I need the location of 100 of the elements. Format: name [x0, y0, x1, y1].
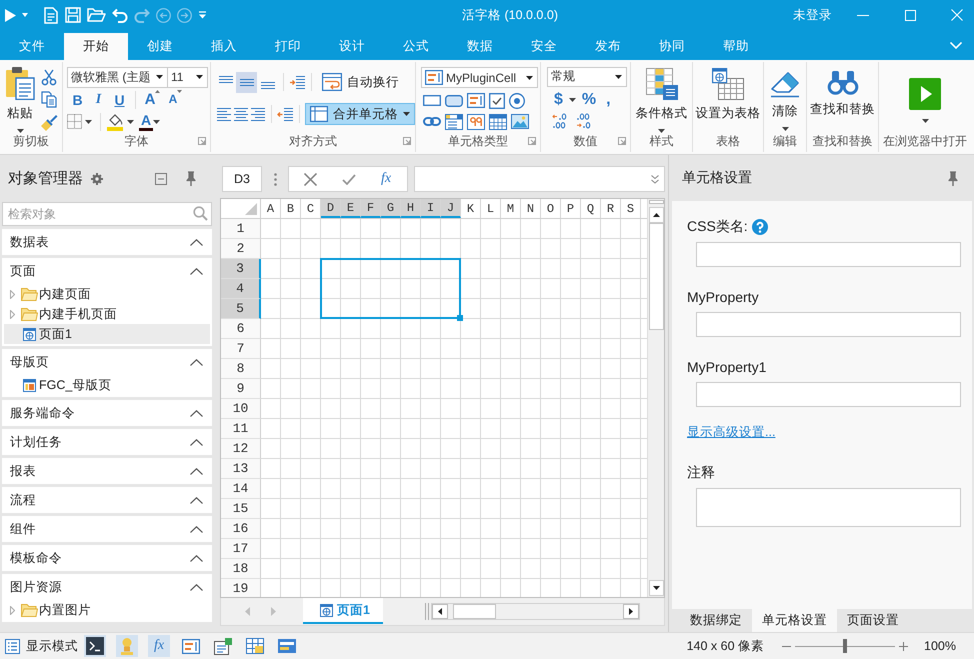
row-header[interactable]: 8	[221, 359, 261, 379]
scroll-right-button[interactable]	[623, 604, 639, 619]
vertical-scrollbar[interactable]	[647, 199, 664, 597]
dialog-launcher-icon[interactable]	[403, 137, 411, 145]
panel-tab[interactable]: 页面设置	[837, 609, 909, 632]
section-title[interactable]: 计划任务	[10, 434, 62, 450]
borders-icon[interactable]	[67, 114, 82, 129]
cell-grid[interactable]	[261, 219, 647, 597]
row-header[interactable]: 12	[221, 439, 261, 459]
scroll-thumb[interactable]	[453, 604, 496, 619]
column-header[interactable]: R	[601, 199, 621, 218]
double-chevron-icon[interactable]	[651, 174, 659, 184]
align-middle-button[interactable]	[236, 72, 257, 92]
zoom-in-icon[interactable]	[899, 642, 908, 650]
column-header[interactable]: G	[381, 199, 401, 218]
increase-decimal-icon[interactable]	[552, 113, 569, 130]
shrink-font-button[interactable]: A	[164, 90, 187, 109]
section-title[interactable]: 流程	[10, 492, 36, 508]
row-header[interactable]: 7	[221, 339, 261, 359]
caret-icon[interactable]	[127, 120, 134, 124]
row-header[interactable]: 14	[221, 479, 261, 499]
cancel-icon[interactable]	[304, 172, 317, 186]
advanced-settings-link[interactable]: 显示高级设置...	[687, 424, 776, 441]
column-header[interactable]: A	[261, 199, 281, 218]
column-header[interactable]: N	[521, 199, 541, 218]
row-header[interactable]: 10	[221, 399, 261, 419]
row-header[interactable]: 1	[221, 219, 261, 239]
help-icon[interactable]	[752, 219, 768, 235]
font-family-dropdown[interactable]: 微软雅黑 (主题	[67, 66, 168, 88]
decrease-decimal-icon[interactable]	[576, 113, 593, 130]
chevron-up-icon[interactable]	[190, 554, 203, 562]
collapsed-triangle-icon[interactable]	[10, 606, 15, 614]
pin-icon[interactable]	[186, 171, 196, 186]
chevron-up-icon[interactable]	[190, 410, 203, 416]
row-header[interactable]: 18	[221, 559, 261, 579]
dialog-launcher-icon[interactable]	[198, 137, 206, 145]
cell-type-dropdown[interactable]: MyPluginCell	[421, 67, 538, 88]
percent-button[interactable]: %	[578, 90, 600, 110]
text-field[interactable]	[696, 312, 961, 337]
zoom-thumb[interactable]	[843, 639, 848, 653]
image-icon[interactable]	[511, 114, 529, 129]
row-header[interactable]: 9	[221, 379, 261, 399]
merge-cells-button[interactable]: 合并单元格	[305, 103, 415, 125]
new-file-icon[interactable]	[44, 6, 59, 24]
tree-item[interactable]: 页面1	[4, 324, 210, 344]
row-header[interactable]: 6	[221, 319, 261, 339]
column-header[interactable]: F	[361, 199, 381, 218]
section-title[interactable]: 报表	[10, 462, 36, 480]
search-icon[interactable]	[193, 206, 208, 221]
caret-icon[interactable]	[568, 98, 576, 102]
caret-icon[interactable]	[782, 127, 788, 131]
collapsed-triangle-icon[interactable]	[10, 290, 15, 298]
rounded-rectangle-icon[interactable]	[445, 94, 463, 106]
section-title[interactable]: 服务端命令	[10, 404, 75, 422]
collapsed-triangle-icon[interactable]	[10, 310, 15, 318]
textbox-icon[interactable]	[467, 93, 485, 108]
ribbon-tab[interactable]: 开始	[64, 33, 128, 60]
bold-button[interactable]: B	[67, 90, 88, 109]
tree-item[interactable]: 内置图片	[4, 600, 210, 620]
fill-handle[interactable]	[457, 315, 463, 321]
caret-icon[interactable]	[196, 75, 203, 79]
pin-icon[interactable]	[948, 170, 958, 186]
panel-tab[interactable]: 数据绑定	[680, 609, 752, 632]
play-icon[interactable]	[5, 8, 16, 22]
maximize-icon[interactable]	[905, 10, 916, 20]
row-header[interactable]: 19	[221, 579, 261, 597]
column-header[interactable]: D	[321, 199, 341, 218]
wrap-text-button[interactable]: 自动换行	[317, 71, 404, 93]
cell-name-box[interactable]: D3	[222, 166, 262, 192]
number-box-icon[interactable]	[467, 114, 485, 130]
number-format-dropdown[interactable]: 常规	[547, 67, 627, 87]
column-header[interactable]: I	[421, 199, 441, 218]
dialog-launcher-icon[interactable]	[618, 137, 626, 145]
paste-button[interactable]: 粘贴	[5, 66, 35, 130]
text-field[interactable]	[696, 242, 961, 267]
scroll-down-button[interactable]	[648, 580, 664, 596]
conditional-format-button[interactable]: 条件格式	[636, 68, 688, 130]
format-as-table-button[interactable]: 设置为表格	[696, 68, 760, 130]
text-field[interactable]	[696, 382, 961, 407]
scroll-up-button[interactable]	[648, 207, 664, 223]
list-box-icon[interactable]	[445, 114, 463, 130]
tree-item[interactable]: FGC_母版页	[4, 375, 210, 395]
chain-link-icon[interactable]	[423, 117, 441, 126]
comma-style-button[interactable]: ,	[602, 90, 615, 110]
chevron-up-icon[interactable]	[190, 496, 203, 504]
currency-button[interactable]: $	[550, 90, 567, 110]
sheet-tab[interactable]: 页面1	[303, 598, 383, 624]
panel-tab[interactable]: 单元格设置	[752, 609, 837, 632]
row-header[interactable]: 2	[221, 239, 261, 259]
caret-icon[interactable]	[153, 120, 160, 124]
dialog-launcher-icon[interactable]	[528, 137, 536, 145]
fill-color-icon[interactable]	[106, 112, 124, 130]
chevron-down-icon[interactable]	[950, 42, 962, 48]
clear-button[interactable]: 清除	[769, 68, 801, 130]
chevron-up-icon[interactable]	[190, 468, 203, 474]
form-button[interactable]	[212, 635, 234, 657]
column-header[interactable]: Q	[581, 199, 601, 218]
display-mode-button[interactable]: 显示模式	[5, 638, 78, 654]
insert-function-button[interactable]: fx	[381, 171, 392, 187]
split-handle[interactable]	[648, 200, 664, 204]
